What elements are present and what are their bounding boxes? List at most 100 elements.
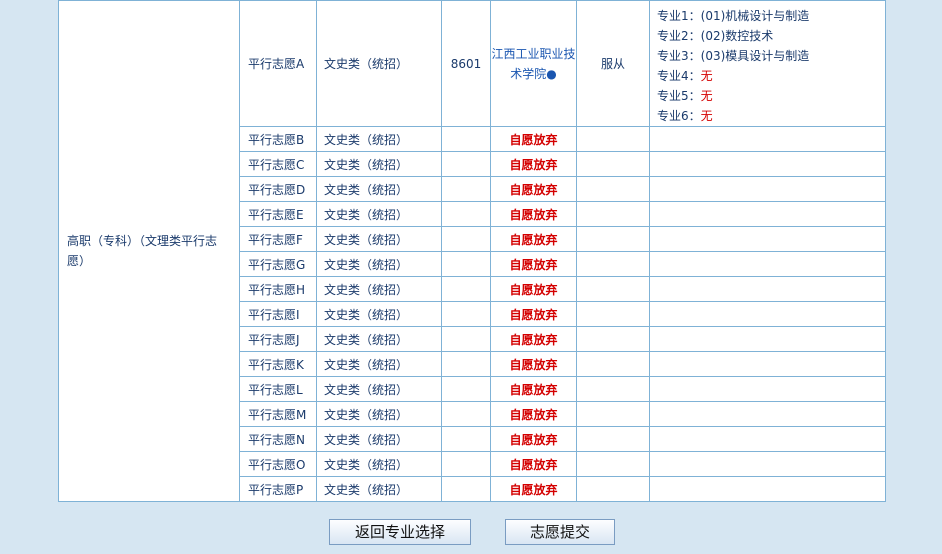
- status-abandon: 自愿放弃: [490, 276, 577, 302]
- major-item: 专业3：(03)模具设计与制造: [657, 46, 885, 66]
- college-code: [441, 326, 491, 352]
- college-code: [441, 201, 491, 227]
- category-label: 文史类（统招）: [316, 276, 442, 302]
- major-list: [649, 301, 886, 327]
- major-item-value: 无: [700, 109, 713, 123]
- obey-adjustment: [576, 376, 650, 402]
- status-abandon: 自愿放弃: [490, 226, 577, 252]
- college-code: [441, 301, 491, 327]
- category-label: 文史类（统招）: [316, 126, 442, 152]
- pick-label: 平行志愿B: [239, 126, 317, 152]
- college-code: [441, 376, 491, 402]
- pick-label: 平行志愿A: [239, 0, 317, 127]
- obey-adjustment: [576, 276, 650, 302]
- major-list: [649, 276, 886, 302]
- obey-adjustment: [576, 301, 650, 327]
- status-abandon: 自愿放弃: [490, 326, 577, 352]
- major-item-label: 专业6：: [657, 109, 701, 123]
- obey-adjustment: [576, 351, 650, 377]
- major-item-value: (02)数控技术: [700, 29, 774, 43]
- obey-adjustment: [576, 326, 650, 352]
- pick-label: 平行志愿D: [239, 176, 317, 202]
- category-label: 文史类（统招）: [316, 326, 442, 352]
- back-to-major-selection-button[interactable]: 返回专业选择: [329, 519, 471, 545]
- major-item: 专业4：无: [657, 66, 885, 86]
- major-item-label: 专业4：: [657, 69, 701, 83]
- pick-label: 平行志愿G: [239, 251, 317, 277]
- status-abandon: 自愿放弃: [490, 126, 577, 152]
- major-item-value: 无: [700, 69, 713, 83]
- obey-adjustment: [576, 126, 650, 152]
- major-list: 专业1：(01)机械设计与制造 专业2：(02)数控技术 专业3：(03)模具设计与…: [649, 0, 886, 127]
- major-list: [649, 176, 886, 202]
- pick-label: 平行志愿K: [239, 351, 317, 377]
- college-code: [441, 276, 491, 302]
- category-label: 文史类（统招）: [316, 401, 442, 427]
- status-abandon: 自愿放弃: [490, 201, 577, 227]
- button-bar: 返回专业选择 志愿提交: [0, 519, 942, 549]
- major-item-value: (03)模具设计与制造: [700, 49, 810, 63]
- major-list: [649, 376, 886, 402]
- major-list: [649, 401, 886, 427]
- status-abandon: 自愿放弃: [490, 151, 577, 177]
- status-abandon: 自愿放弃: [490, 176, 577, 202]
- obey-adjustment: [576, 176, 650, 202]
- category-label: 文史类（统招）: [316, 351, 442, 377]
- category-label: 文史类（统招）: [316, 301, 442, 327]
- major-item-value: 无: [700, 89, 713, 103]
- major-item-label: 专业2：: [657, 29, 701, 43]
- college-code: [441, 451, 491, 477]
- obey-adjustment: [576, 201, 650, 227]
- obey-adjustment: [576, 476, 650, 502]
- pick-label: 平行志愿E: [239, 201, 317, 227]
- status-abandon: 自愿放弃: [490, 251, 577, 277]
- college-name[interactable]: 江西工业职业技术学院●: [490, 0, 577, 127]
- batch-label: 高职（专科）（文理类平行志愿）: [58, 0, 240, 502]
- obey-adjustment: 服从: [576, 0, 650, 127]
- pick-label: 平行志愿N: [239, 426, 317, 452]
- major-list: [649, 126, 886, 152]
- college-code: [441, 251, 491, 277]
- college-code: [441, 151, 491, 177]
- major-list: [649, 326, 886, 352]
- pick-label: 平行志愿M: [239, 401, 317, 427]
- major-list: [649, 251, 886, 277]
- obey-adjustment: [576, 151, 650, 177]
- submit-volunteer-button[interactable]: 志愿提交: [505, 519, 615, 545]
- college-code: [441, 476, 491, 502]
- college-code: [441, 226, 491, 252]
- major-list: [649, 476, 886, 502]
- status-abandon: 自愿放弃: [490, 376, 577, 402]
- status-abandon: 自愿放弃: [490, 426, 577, 452]
- major-item: 专业1：(01)机械设计与制造: [657, 6, 885, 26]
- major-item-label: 专业1：: [657, 9, 701, 23]
- major-item: 专业2：(02)数控技术: [657, 26, 885, 46]
- college-code: 8601: [441, 0, 491, 127]
- pick-label: 平行志愿P: [239, 476, 317, 502]
- major-item-value: (01)机械设计与制造: [700, 9, 810, 23]
- pick-label: 平行志愿O: [239, 451, 317, 477]
- pick-label: 平行志愿I: [239, 301, 317, 327]
- category-label: 文史类（统招）: [316, 476, 442, 502]
- pick-label: 平行志愿J: [239, 326, 317, 352]
- category-label: 文史类（统招）: [316, 451, 442, 477]
- status-abandon: 自愿放弃: [490, 451, 577, 477]
- page: 高职（专科）（文理类平行志愿） 平行志愿A 文史类（统招） 8601 江西工业职…: [0, 0, 942, 554]
- college-code: [441, 126, 491, 152]
- obey-adjustment: [576, 401, 650, 427]
- category-label: 文史类（统招）: [316, 376, 442, 402]
- obey-adjustment: [576, 426, 650, 452]
- pick-label: 平行志愿C: [239, 151, 317, 177]
- status-abandon: 自愿放弃: [490, 351, 577, 377]
- major-list: [649, 426, 886, 452]
- obey-adjustment: [576, 251, 650, 277]
- obey-adjustment: [576, 226, 650, 252]
- obey-adjustment: [576, 451, 650, 477]
- status-abandon: 自愿放弃: [490, 401, 577, 427]
- college-code: [441, 351, 491, 377]
- major-item: 专业5：无: [657, 86, 885, 106]
- pick-label: 平行志愿H: [239, 276, 317, 302]
- status-abandon: 自愿放弃: [490, 476, 577, 502]
- college-code: [441, 401, 491, 427]
- table-row-a: 高职（专科）（文理类平行志愿） 平行志愿A 文史类（统招） 8601 江西工业职…: [58, 0, 886, 502]
